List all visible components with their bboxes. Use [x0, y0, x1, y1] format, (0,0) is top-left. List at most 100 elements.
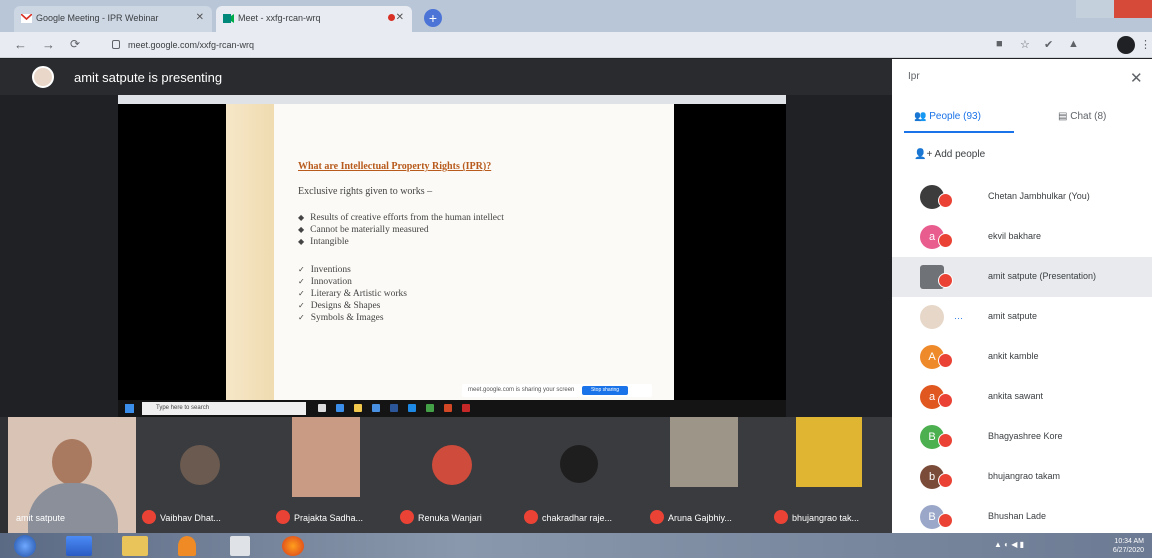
reload-icon[interactable]: ⟳	[70, 37, 80, 51]
shared-windows-taskbar: Type here to search	[118, 400, 786, 417]
participant-avatar	[180, 445, 220, 485]
lock-icon	[112, 40, 120, 49]
extension-icon[interactable]: ▲	[1068, 38, 1079, 50]
participant-name: Aruna Gajbhiy...	[668, 513, 732, 523]
list-item[interactable]: a ankita sawant	[892, 377, 1152, 417]
windows-search-box: Type here to search	[142, 402, 306, 415]
participant-avatar	[560, 445, 598, 483]
tab-people[interactable]: 👥 People (93)	[914, 111, 981, 122]
vlc-taskbar-icon[interactable]	[178, 536, 196, 556]
browser-tab-label: Meet - xxfg-rcan-wrq	[238, 13, 321, 23]
slide-bullet: Literary & Artistic works	[298, 288, 407, 300]
list-item[interactable]: a ekvil bakhare	[892, 217, 1152, 257]
slide-decor-strip	[226, 104, 274, 400]
presenter-avatar	[32, 66, 54, 88]
list-item[interactable]: A ankit kamble	[892, 337, 1152, 377]
participant-tile[interactable]: Renuka Wanjari	[394, 417, 518, 533]
presenter-label: amit satpute is presenting	[74, 70, 223, 85]
tab-chat-label: Chat (8)	[1070, 111, 1107, 122]
participant-name: ankita sawant	[988, 391, 1044, 401]
presenter-bar: amit satpute is presenting	[0, 59, 892, 95]
chrome-icon	[426, 404, 434, 412]
app-icon	[408, 404, 416, 412]
close-tab-icon[interactable]: ✕	[396, 12, 404, 23]
participant-name: amit satpute	[16, 513, 66, 523]
chrome-taskbar-icon[interactable]	[66, 536, 92, 556]
mic-off-icon	[142, 510, 156, 524]
participant-tile[interactable]: bhujangrao tak...	[768, 417, 892, 533]
participant-tile[interactable]: Vaibhav Dhat...	[136, 417, 270, 533]
stop-sharing-button[interactable]: Stop sharing	[582, 386, 628, 395]
participant-strip: amit satpute Vaibhav Dhat... Prajakta Sa…	[0, 417, 892, 533]
list-item[interactable]: Chetan Jambhulkar (You)	[892, 177, 1152, 217]
browser-tab-gmail[interactable]: Google Meeting - IPR Webinar ✕	[14, 6, 212, 32]
back-icon[interactable]: ←	[14, 37, 27, 52]
url-input[interactable]: meet.google.com/xxfg-rcan-wrq	[104, 37, 984, 54]
os-taskbar: ▲ ◐ ◀ ▮ 10:34 AM 6/27/2020	[0, 533, 1152, 558]
browser-tab-meet[interactable]: Meet - xxfg-rcan-wrq ✕	[216, 6, 412, 32]
slide-bullet: Innovation	[298, 276, 407, 288]
new-tab-button[interactable]: +	[424, 9, 442, 27]
mic-off-icon	[524, 510, 538, 524]
participant-tile[interactable]: Prajakta Sadha...	[270, 417, 394, 533]
slide-bullet: Intangible	[298, 236, 504, 248]
list-item[interactable]: ··· amit satpute	[892, 297, 1152, 337]
camera-permission-icon[interactable]: ■	[996, 38, 1003, 50]
windows-start-button[interactable]	[14, 535, 36, 557]
mic-off-icon	[650, 510, 664, 524]
mic-off-icon	[938, 233, 953, 248]
chrome-profile-avatar[interactable]	[1117, 36, 1135, 54]
chrome-menu-icon[interactable]: ⋮	[1140, 38, 1151, 51]
participant-body	[28, 483, 118, 533]
extension-check-icon[interactable]: ✔	[1044, 38, 1053, 51]
close-icon[interactable]: ✕	[1130, 69, 1143, 87]
share-notice-text: meet.google.com is sharing your screen	[468, 387, 575, 393]
forward-icon[interactable]: →	[42, 37, 55, 52]
app-icon	[462, 404, 470, 412]
edge-icon	[336, 404, 344, 412]
slide-bullet: Results of creative efforts from the hum…	[298, 212, 504, 224]
participant-tile[interactable]: amit satpute	[8, 417, 136, 533]
firefox-taskbar-icon[interactable]	[282, 536, 304, 556]
participant-tile[interactable]: Aruna Gajbhiy...	[644, 417, 768, 533]
participant-name: Prajakta Sadha...	[294, 513, 364, 523]
powerpoint-icon	[444, 404, 452, 412]
participant-avatar	[432, 445, 472, 485]
recording-dot-icon	[388, 14, 395, 21]
add-people-button[interactable]: 👤+ Add people	[914, 149, 985, 160]
list-item[interactable]: B Bhagyashree Kore	[892, 417, 1152, 457]
slide-bullets-b: Inventions Innovation Literary & Artisti…	[298, 264, 407, 324]
people-panel: Ipr ✕ 👥 People (93) ▤ Chat (8) 👤+ Add pe…	[892, 59, 1152, 533]
system-clock[interactable]: 10:34 AM 6/27/2020	[1113, 537, 1144, 555]
list-item[interactable]: amit satpute (Presentation)	[892, 257, 1152, 297]
panel-title: Ipr	[908, 71, 920, 82]
participant-name: bhujangrao tak...	[792, 513, 860, 523]
window-controls[interactable]	[1076, 0, 1152, 18]
meet-icon	[223, 14, 234, 23]
tab-chat[interactable]: ▤ Chat (8)	[1058, 111, 1106, 122]
gmail-icon	[21, 14, 32, 23]
slide-subtitle: Exclusive rights given to works –	[298, 186, 433, 197]
mic-off-icon	[400, 510, 414, 524]
list-item[interactable]: B Bhushan Lade	[892, 497, 1152, 537]
browser-tab-label: Google Meeting - IPR Webinar	[36, 13, 159, 23]
participant-tile[interactable]: chakradhar raje...	[518, 417, 644, 533]
list-item[interactable]: b bhujangrao takam	[892, 457, 1152, 497]
browser-tab-strip: Google Meeting - IPR Webinar ✕ Meet - xx…	[0, 0, 1152, 32]
url-text: meet.google.com/xxfg-rcan-wrq	[128, 40, 255, 50]
more-icon: ···	[954, 313, 963, 323]
participant-video	[796, 417, 862, 487]
app-taskbar-icon[interactable]	[230, 536, 250, 556]
participant-name: Bhagyashree Kore	[988, 431, 1063, 441]
taskview-icon	[318, 404, 326, 412]
participant-name: Chetan Jambhulkar (You)	[988, 191, 1090, 201]
explorer-taskbar-icon[interactable]	[122, 536, 148, 556]
presentation-slide: What are Intellectual Property Rights (I…	[226, 104, 674, 400]
slide-bullet: Designs & Shapes	[298, 300, 407, 312]
clock-time: 10:34 AM	[1114, 538, 1144, 545]
shared-screen[interactable]: What are Intellectual Property Rights (I…	[118, 95, 786, 417]
bookmark-star-icon[interactable]: ☆	[1020, 38, 1030, 51]
close-tab-icon[interactable]: ✕	[196, 12, 204, 23]
participant-name: chakradhar raje...	[542, 513, 613, 523]
windows-start-icon	[125, 404, 134, 413]
